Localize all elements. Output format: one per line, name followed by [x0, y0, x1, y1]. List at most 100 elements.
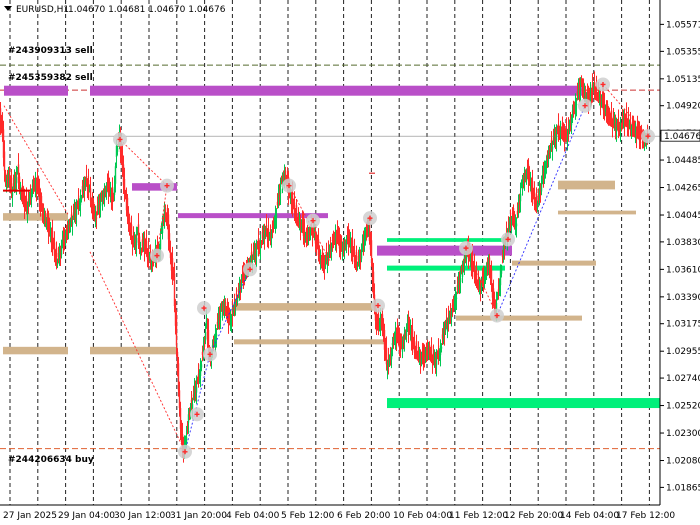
candle-body: [260, 243, 263, 245]
candle-body: [55, 247, 58, 259]
candle-body: [540, 184, 543, 192]
price-chart[interactable]: EURUSD,H1 1.04670 1.04681 1.04670 1.0467…: [0, 0, 700, 525]
candle-body: [40, 196, 43, 209]
candle-body: [414, 349, 417, 351]
candle-body: [570, 117, 573, 126]
demand-zone: [456, 315, 582, 321]
candle-body: [332, 234, 335, 245]
candle-body: [484, 270, 487, 281]
candle-body: [79, 195, 82, 206]
candle-body: [318, 248, 321, 256]
candle-body: [42, 207, 45, 216]
candle-body: [309, 232, 312, 235]
candle-body: [390, 351, 393, 360]
candle-body: [417, 347, 420, 357]
candle-body: [501, 256, 504, 258]
demand-zone: [512, 260, 596, 266]
candle-body: [10, 177, 13, 190]
green-zone: [387, 238, 505, 242]
candle-body: [112, 196, 115, 199]
candle-body: [304, 235, 307, 239]
time-label: 30 Jan 12:00: [114, 511, 171, 521]
candle-body: [355, 251, 358, 261]
candle-body: [461, 271, 464, 277]
candle-body: [186, 424, 189, 426]
candle-body: [314, 233, 317, 244]
candle-body: [164, 208, 167, 219]
candle-body: [609, 118, 612, 121]
candle-body: [69, 223, 72, 227]
candle-body: [460, 268, 463, 271]
candle-body: [580, 79, 583, 84]
price-label: 1.05571: [666, 20, 700, 30]
demand-zone: [558, 210, 636, 215]
candle-body: [630, 127, 633, 131]
chart-window[interactable]: EURUSD,H1 1.04670 1.04681 1.04670 1.0467…: [0, 0, 700, 525]
candle-body: [276, 201, 279, 206]
candle-body: [19, 188, 22, 190]
candle-body: [325, 253, 328, 259]
candle-body: [289, 195, 292, 198]
candle-body: [496, 295, 499, 297]
candle-body: [105, 188, 108, 194]
candle-body: [400, 337, 403, 346]
candle-body: [513, 217, 516, 224]
candle-body: [525, 174, 528, 179]
candle-body: [544, 164, 547, 175]
candle-body: [564, 137, 567, 139]
candle-body: [584, 89, 587, 99]
candle-body: [108, 186, 111, 193]
symbol-timeframe: EURUSD,H1: [16, 5, 69, 15]
time-label: 27 Jan 2025: [3, 511, 57, 521]
ohlc-values: 1.04670 1.04681 1.04670 1.04676: [68, 5, 226, 15]
candle-body: [579, 88, 582, 91]
candle-body: [551, 146, 554, 150]
candle-body: [220, 305, 223, 309]
demand-zone: [3, 213, 68, 221]
price-label: 1.02955: [666, 347, 700, 357]
candle-body: [639, 137, 642, 139]
candle-body: [519, 193, 522, 202]
candle-body: [48, 226, 51, 233]
candle-body: [132, 235, 135, 244]
candle-body: [280, 179, 283, 181]
candle-body: [95, 217, 98, 219]
candle-body: [77, 199, 80, 209]
candle-body: [197, 374, 200, 382]
candle-body: [224, 301, 227, 313]
candle-body: [529, 183, 532, 186]
candle-body: [420, 360, 423, 363]
candle-body: [401, 347, 404, 352]
candle-body: [275, 214, 278, 218]
candle-body: [372, 271, 375, 295]
current-price-tag: 1.04676: [660, 129, 700, 142]
candle-body: [80, 198, 83, 200]
candle-body: [565, 128, 568, 136]
candle-body: [452, 299, 455, 309]
candle-body: [101, 201, 104, 205]
candle-body: [594, 90, 597, 92]
candle-body: [203, 342, 206, 344]
candle-body: [510, 219, 513, 225]
candle-body: [195, 386, 198, 393]
candle-body: [615, 128, 618, 131]
candle-body: [161, 226, 164, 234]
candle-body: [611, 124, 614, 127]
candle-body: [515, 223, 518, 227]
candle-body: [536, 203, 539, 209]
candle-body: [15, 177, 18, 184]
candle-body: [638, 130, 641, 141]
candle-body: [87, 180, 90, 189]
candle-body: [162, 217, 165, 219]
candle-body: [65, 236, 68, 238]
candle-body: [297, 213, 300, 222]
candle-body: [574, 101, 577, 112]
candle-body: [477, 276, 480, 286]
candle-body: [625, 113, 628, 121]
candle-body: [326, 261, 329, 265]
candle-body: [265, 225, 268, 231]
candle-body: [636, 124, 639, 136]
demand-zone: [234, 303, 377, 311]
candle-body: [99, 203, 102, 207]
candle-body: [11, 192, 14, 196]
